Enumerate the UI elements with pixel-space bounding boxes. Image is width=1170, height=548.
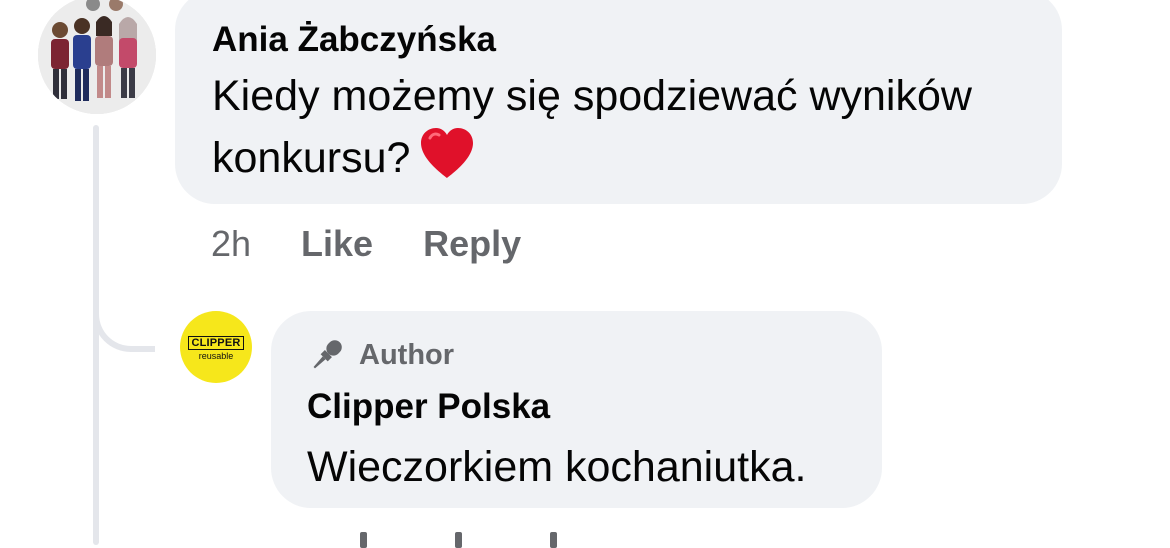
comment-bubble: Ania Żabczyńska Kiedy możemy się spodzie… <box>175 0 1062 204</box>
like-button[interactable]: Like <box>301 222 373 266</box>
thread-connector-line <box>93 125 99 545</box>
microphone-icon <box>307 335 347 375</box>
reply-button[interactable]: Reply <box>423 222 521 266</box>
comment-text: Kiedy możemy się spodziewać wyników konk… <box>212 66 1026 196</box>
reply-text: Wieczorkiem kochaniutka. <box>307 443 807 491</box>
author-badge-label: Author <box>359 338 455 371</box>
group-avatar-icon <box>38 0 156 114</box>
reply-author-name[interactable]: Clipper Polska <box>307 385 846 429</box>
reply-actions-cutoff <box>360 518 680 548</box>
cutoff-glyph <box>455 532 462 548</box>
clipper-logo-subtext: reusable <box>198 351 234 361</box>
reply-bubble: Author Clipper Polska Wieczorkiem kochan… <box>271 311 882 508</box>
page-avatar[interactable]: CLIPPER reusable <box>180 311 252 383</box>
comment-timestamp[interactable]: 2h <box>211 222 251 266</box>
thread-connector-curve <box>93 290 155 352</box>
commenter-avatar[interactable] <box>38 0 156 114</box>
cutoff-glyph <box>360 532 367 548</box>
cutoff-glyph <box>550 532 557 548</box>
comment-actions: 2h Like Reply <box>211 222 521 266</box>
clipper-logo: CLIPPER <box>188 336 244 350</box>
red-heart-emoji <box>418 126 476 196</box>
author-badge: Author <box>307 335 846 375</box>
comment-author-name[interactable]: Ania Żabczyńska <box>212 18 1026 62</box>
comment-body: Kiedy możemy się spodziewać wyników konk… <box>212 72 972 182</box>
